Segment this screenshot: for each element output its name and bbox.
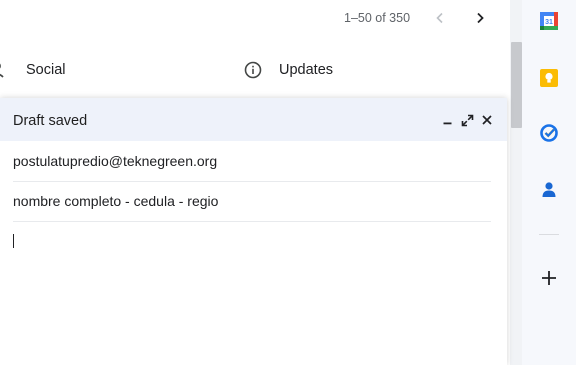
pagination-text: 1–50 of 350 (344, 11, 411, 25)
side-panel-divider (539, 234, 559, 235)
calendar-day: 31 (545, 19, 553, 26)
to-field[interactable]: postulatupredio@teknegreen.org (13, 141, 491, 182)
tasks-button[interactable] (538, 122, 560, 144)
calendar-icon: 31 (540, 12, 558, 30)
contacts-icon (542, 182, 556, 197)
people-icon[interactable] (0, 61, 10, 79)
get-addons-button[interactable] (538, 267, 560, 289)
subject-field-value: nombre completo - cedula - regio (13, 193, 219, 209)
minimize-button[interactable] (440, 112, 456, 128)
chevron-left-icon (436, 12, 443, 24)
side-panel: 31 (522, 0, 576, 365)
tab-updates[interactable]: Updates (279, 62, 333, 78)
close-icon (482, 115, 492, 125)
body-caret (13, 234, 14, 248)
contacts-button[interactable] (538, 179, 560, 201)
keep-icon (540, 69, 558, 87)
expand-button[interactable] (459, 112, 475, 128)
compose-header[interactable]: Draft saved (0, 98, 507, 141)
minimize-icon (443, 122, 452, 125)
chevron-right-icon (477, 12, 484, 24)
older-button[interactable] (427, 5, 453, 31)
close-button[interactable] (479, 112, 495, 128)
plus-icon (542, 271, 556, 285)
newer-button[interactable] (467, 5, 493, 31)
keep-button[interactable] (538, 67, 560, 89)
tasks-icon (540, 124, 558, 142)
tab-social[interactable]: Social (26, 62, 66, 78)
calendar-button[interactable]: 31 (538, 10, 560, 32)
info-icon[interactable] (244, 61, 262, 79)
scrollbar-thumb[interactable] (511, 42, 522, 128)
to-field-value: postulatupredio@teknegreen.org (13, 153, 218, 169)
expand-icon (461, 114, 473, 126)
compose-window: Draft saved postulatupredio@teknegreen.o… (0, 98, 507, 365)
compose-title: Draft saved (13, 113, 88, 129)
subject-field[interactable]: nombre completo - cedula - regio (13, 181, 491, 222)
